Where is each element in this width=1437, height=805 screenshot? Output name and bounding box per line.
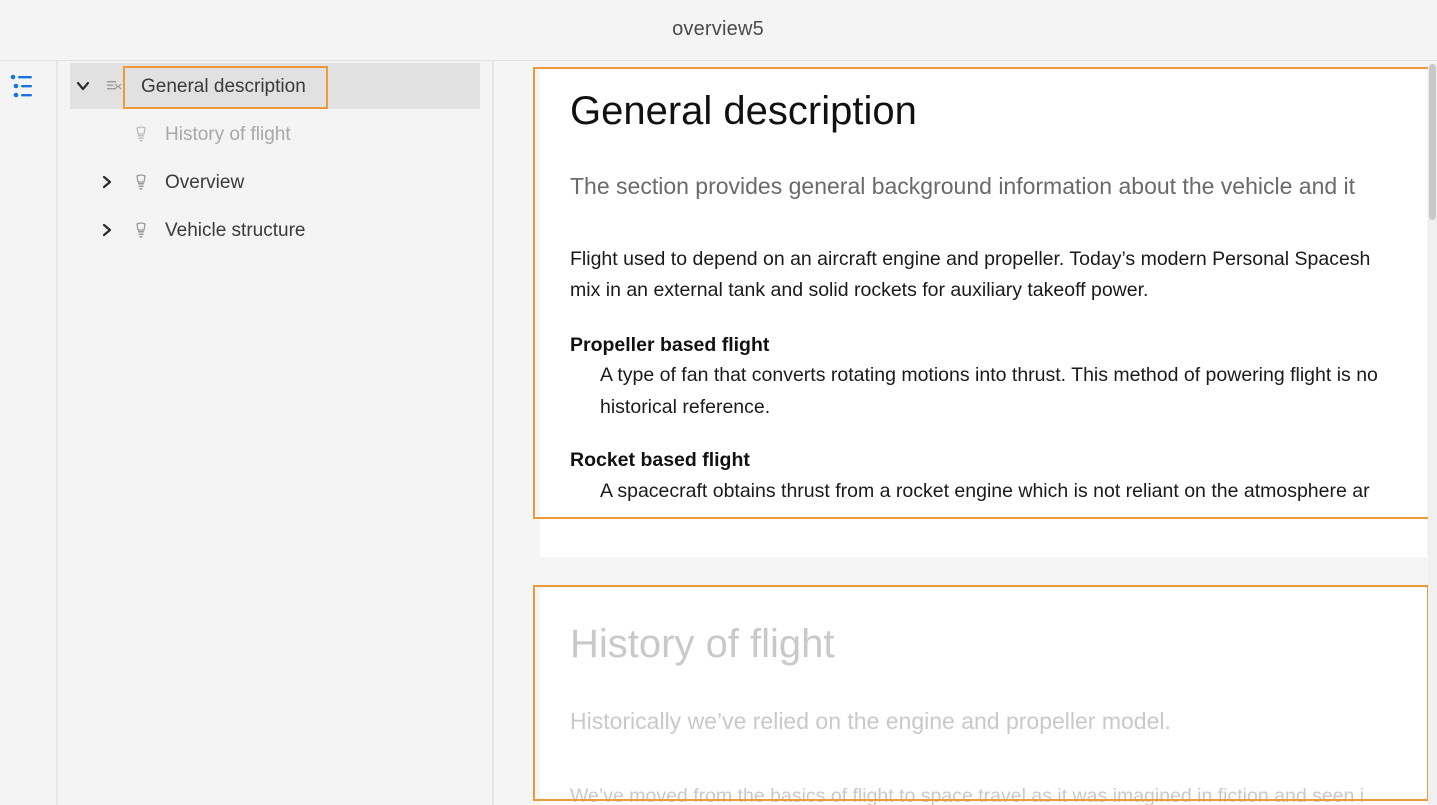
tree-item-vehicle-structure[interactable]: Vehicle structure	[70, 207, 480, 253]
chevron-right-icon[interactable]	[100, 175, 114, 189]
title-bar: overview5	[0, 0, 1437, 61]
tree-item-label: History of flight	[165, 124, 291, 145]
topic-tree-panel: General description History of flight Ov…	[58, 61, 494, 805]
bulb-icon	[134, 126, 148, 142]
topic-icon	[106, 78, 122, 94]
tree-item-history-of-flight[interactable]: History of flight	[70, 111, 480, 157]
bulb-icon	[134, 222, 148, 238]
tree-item-overview[interactable]: Overview	[70, 159, 480, 205]
content-scrollbar[interactable]	[1428, 64, 1437, 805]
tree-item-label: Vehicle structure	[165, 220, 306, 241]
chevron-right-icon[interactable]	[100, 223, 114, 237]
document-title: overview5	[672, 18, 764, 40]
bulb-icon	[134, 174, 148, 190]
selected-label-highlight	[123, 66, 328, 109]
document-content[interactable]: General description The section provides…	[494, 61, 1437, 805]
left-rail	[0, 61, 58, 805]
list-icon[interactable]	[10, 73, 34, 101]
scrollbar-thumb[interactable]	[1429, 64, 1436, 220]
section-highlight-frame	[533, 67, 1431, 519]
section-highlight-frame	[533, 585, 1429, 801]
tree-item-label: Overview	[165, 172, 245, 193]
chevron-down-icon[interactable]	[76, 79, 90, 93]
